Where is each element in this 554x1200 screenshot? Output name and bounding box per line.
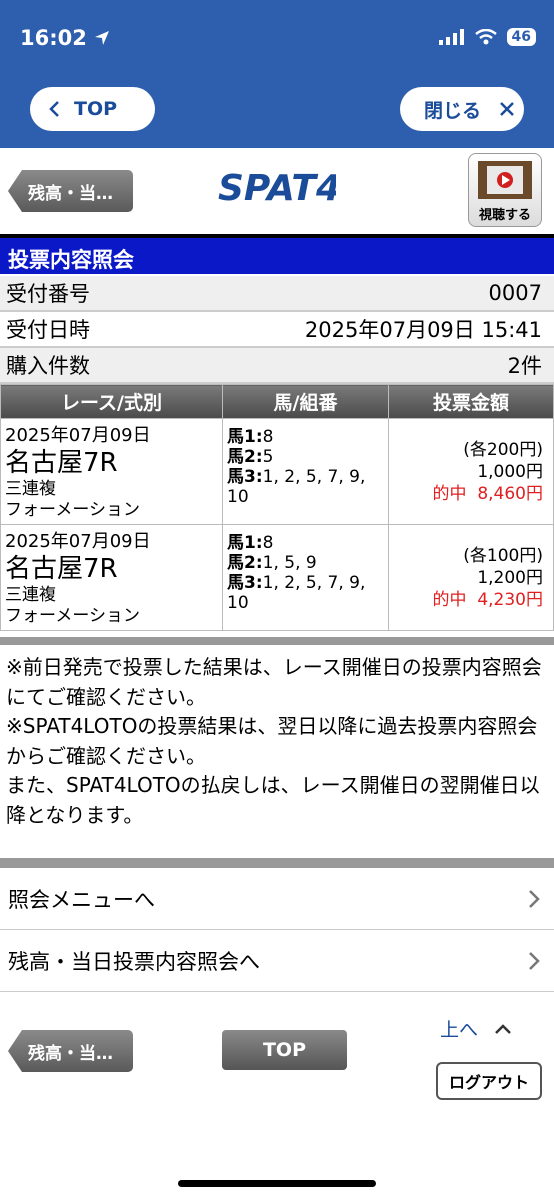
bet-type: 三連複 [5,585,56,605]
horse3-label: 馬3: [227,467,263,487]
info-label: 購入件数 [6,354,90,378]
receipt-number-row: 受付番号 0007 [0,276,554,312]
watch-video-button[interactable]: 視聴する [468,153,542,227]
top-button[interactable]: TOP [30,87,155,131]
horse-cell: 馬1:8 馬2:1, 5, 9 馬3:1, 2, 5, 7, 9, 10 [222,524,389,631]
menu-item-inquiry[interactable]: 照会メニューへ [0,868,554,930]
logo-text: SPAT4 [218,168,336,208]
info-value: 2025年07月09日 15:41 [304,318,542,342]
payout-amount: 4,230円 [477,590,543,610]
total-amount: 1,000円 [477,462,543,482]
bet-table: レース/式別 馬/組番 投票金額 2025年07月09日 名古屋7R 三連複 フ… [0,384,554,631]
back-button-label: 残高・当… [28,183,113,204]
horse1-label: 馬1: [227,533,263,553]
back-balance-button[interactable]: 残高・当… [8,170,133,212]
signal-icon [438,29,464,45]
close-icon [500,102,514,116]
race-venue: 名古屋7R [5,448,118,478]
watch-label: 視聴する [478,208,531,223]
menu-item-label: 照会メニューへ [8,887,155,912]
footer-back-button[interactable]: 残高・当… [8,1030,133,1072]
horse-cell: 馬1:8 馬2:5 馬3:1, 2, 5, 7, 9, 10 [222,418,389,525]
horse2-value: 5 [262,447,274,467]
bet-type: 三連複 [5,479,56,499]
close-button-label: 閉じる [424,99,482,122]
bet-method: フォーメーション [5,500,140,520]
horse3-label: 馬3: [227,573,263,593]
spat4-logo: SPAT4 [218,168,336,208]
wifi-icon [474,29,497,45]
horse2-label: 馬2: [227,553,263,573]
info-label: 受付番号 [6,282,90,306]
race-venue: 名古屋7R [5,554,118,584]
clock-text: 16:02 [20,26,87,50]
top-bar: 16:02 46 TOP 閉じる [0,0,554,148]
menu-divider [0,858,554,868]
close-button[interactable]: 閉じる [400,87,524,131]
site-header: 残高・当… SPAT4 視聴する [0,148,554,234]
horse1-value: 8 [262,533,274,553]
bet-method: フォーメーション [5,606,140,626]
amount-cell: (各200円) 1,000円 的中 8,460円 [388,418,554,525]
unit-amount: (各100円) [463,546,543,566]
home-indicator [178,1180,376,1187]
total-amount: 1,200円 [477,568,543,588]
col-amount: 投票金額 [388,384,554,419]
race-cell: 2025年07月09日 名古屋7R 三連複 フォーメーション [0,418,223,525]
receipt-datetime-row: 受付日時 2025年07月09日 15:41 [0,312,554,348]
notice-line: ※SPAT4LOTOの投票結果は、翌日以降に過去投票内容照会からご確認ください。 [6,714,538,768]
status-indicators: 46 [438,28,536,46]
notice-text: ※前日発売で投票した結果は、レース開催日の投票内容照会にてご確認ください。 ※S… [0,637,554,838]
logout-button[interactable]: ログアウト [436,1062,542,1100]
hit-label: 的中 [432,484,467,504]
chevron-right-icon [529,889,540,908]
info-label: 受付日時 [6,318,90,342]
up-label: 上へ [440,1019,479,1041]
col-horse: 馬/組番 [222,384,389,419]
notice-line: ※前日発売で投票した結果は、レース開催日の投票内容照会にてご確認ください。 [6,655,542,709]
menu-item-label: 残高・当日投票内容照会へ [8,949,260,974]
table-row: 2025年07月09日 名古屋7R 三連複 フォーメーション 馬1:8 馬2:5… [0,418,554,525]
footer-top-button[interactable]: TOP [222,1030,347,1070]
menu-item-balance[interactable]: 残高・当日投票内容照会へ [0,930,554,992]
hit-label: 的中 [432,590,467,610]
horse1-value: 8 [262,427,274,447]
table-header: レース/式別 馬/組番 投票金額 [0,384,554,419]
race-date: 2025年07月09日 [5,531,151,552]
info-value: 2件 [507,354,542,378]
chevron-left-icon [49,101,59,117]
horse1-label: 馬1: [227,427,263,447]
top-button-label: TOP [74,98,118,120]
race-cell: 2025年07月09日 名古屋7R 三連複 フォーメーション [0,524,223,631]
chevron-right-icon [529,951,540,970]
page-title: 投票内容照会 [0,234,554,274]
col-race: レース/式別 [0,384,223,419]
notice-line: また、SPAT4LOTOの払戻しは、レース開催日の翌開催日以降となります。 [6,773,540,827]
unit-amount: (各200円) [463,440,543,460]
back-button-label: 残高・当… [28,1043,113,1064]
horse2-value: 1, 5, 9 [262,553,317,573]
status-time: 16:02 [20,26,111,50]
info-value: 0007 [488,281,542,305]
table-row: 2025年07月09日 名古屋7R 三連複 フォーメーション 馬1:8 馬2:1… [0,524,554,631]
battery-icon: 46 [506,28,536,46]
chevron-up-icon [495,1023,511,1034]
horse2-label: 馬2: [227,447,263,467]
location-arrow-icon [94,31,109,45]
amount-cell: (各100円) 1,200円 的中 4,230円 [388,524,554,631]
payout-amount: 8,460円 [477,484,543,504]
purchase-count-row: 購入件数 2件 [0,348,554,384]
race-date: 2025年07月09日 [5,425,151,446]
scroll-top-link[interactable]: 上へ [440,1015,512,1042]
film-play-icon [478,161,532,199]
